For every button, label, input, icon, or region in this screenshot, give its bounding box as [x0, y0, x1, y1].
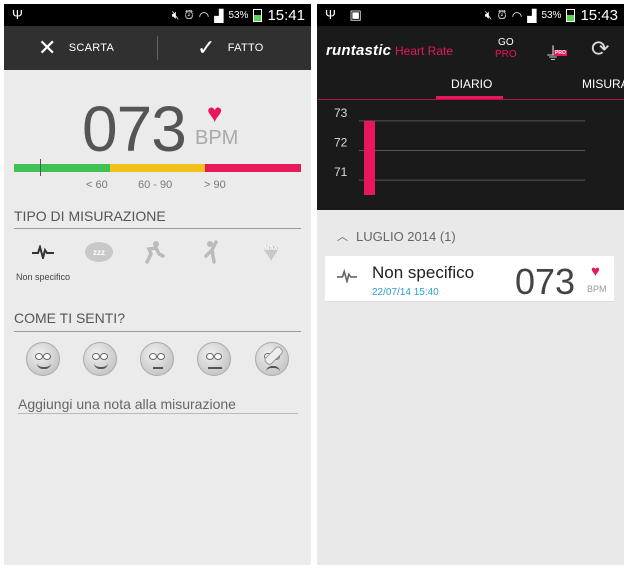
entry-timestamp: 22/07/14 15:40 — [372, 287, 439, 298]
done-label: FATTO — [227, 42, 264, 54]
go-pro-button[interactable]: GO PRO — [495, 37, 517, 61]
note-input[interactable] — [18, 394, 298, 414]
battery-percent: 53% — [228, 10, 249, 21]
app-logo: runtastic — [326, 42, 392, 59]
heart-rate-value: 073 — [82, 93, 187, 165]
check-icon: ✓ — [197, 35, 216, 60]
list-item[interactable]: Non specifico 22/07/14 15:40 073 ♥ BPM — [325, 256, 614, 302]
chart-y-tick-label: 72 — [334, 136, 348, 150]
discard-label: SCARTA — [68, 42, 115, 54]
usb-icon: Ψ — [12, 7, 23, 22]
running-icon[interactable] — [138, 239, 168, 265]
injured-icon[interactable] — [255, 342, 289, 376]
neutral-icon[interactable] — [140, 342, 174, 376]
zone-label-normal: 60 - 90 — [138, 179, 173, 191]
alarm-icon: ⏰︎ — [184, 8, 194, 22]
app-bar: runtastic Heart Rate GO PRO ⏚ PRO ⟳ — [317, 26, 624, 74]
measure-type-title: TIPO DI MISURAZIONE — [14, 208, 166, 224]
month-group-label: LUGLIO 2014 (1) — [356, 228, 456, 244]
chart-svg: 73 72 71 — [334, 106, 585, 195]
filter-icon[interactable]: ⏚ PRO — [544, 40, 567, 66]
close-icon: ✕ — [38, 35, 57, 60]
entry-value: 073 — [515, 261, 576, 302]
entry-unit: BPM — [587, 284, 607, 294]
chart-y-tick-label: 73 — [334, 106, 348, 120]
heart-rate-unit: BPM — [195, 127, 239, 149]
zone-high — [205, 164, 302, 172]
clock: 15:41 — [267, 7, 305, 24]
go-pro-top: GO — [498, 37, 514, 48]
happy-icon[interactable] — [83, 342, 117, 376]
heart-icon: ♥ — [591, 263, 600, 280]
battery-icon — [253, 9, 263, 22]
chevron-up-icon: ︿ — [337, 231, 348, 243]
heart-rate-chart: 73 72 71 — [317, 100, 624, 210]
app-subtitle: Heart Rate — [395, 44, 454, 58]
image-icon: ▣ — [349, 7, 362, 22]
action-divider — [157, 36, 158, 60]
usb-icon: Ψ — [325, 7, 336, 22]
stretching-icon[interactable] — [198, 239, 228, 265]
max-heart-icon[interactable]: ♥ MAX — [256, 236, 286, 267]
very-happy-icon[interactable] — [26, 342, 60, 376]
wifi-icon: ◠ — [511, 8, 523, 23]
selected-type-label: Non specifico — [16, 272, 71, 282]
go-pro-bottom: PRO — [495, 49, 517, 60]
battery-icon — [566, 9, 576, 22]
zone-normal — [109, 164, 206, 172]
heart-icon: ♥ — [207, 98, 223, 128]
signal-icon: ▟ — [214, 8, 224, 23]
heartbeat-icon — [337, 267, 357, 288]
entry-type: Non specifico — [372, 263, 475, 282]
sad-icon[interactable] — [197, 342, 231, 376]
month-group-header[interactable]: ︿ LUGLIO 2014 (1) — [337, 228, 456, 244]
feeling-title: COME TI SENTI? — [14, 310, 125, 326]
sync-icon[interactable]: ⟳ — [591, 36, 609, 62]
filter-pro-badge: PRO — [554, 50, 567, 56]
sleep-icon[interactable]: zzz — [84, 239, 114, 265]
done-button[interactable]: ✓ FATTO — [197, 26, 264, 70]
right-screen: Ψ ▣ 🔇︎ ⏰︎ ◠ ▟ 53% 15:43 runtastic Heart … — [317, 4, 624, 565]
heart-rate-zone-bar — [14, 164, 302, 172]
alarm-icon: ⏰︎ — [497, 8, 507, 22]
zone-marker — [40, 159, 41, 176]
section-divider — [14, 331, 301, 332]
left-screen: Ψ 🔇︎ ⏰︎ ◠ ▟ 53% 15:41 ✕ SCARTA ✓ FATTO 0… — [4, 4, 311, 565]
chart-y-tick-label: 71 — [334, 165, 348, 179]
tab-diary[interactable]: DIARIO — [451, 77, 492, 91]
signal-icon: ▟ — [527, 8, 537, 23]
zone-low — [14, 164, 110, 172]
mute-icon: 🔇︎ — [171, 8, 180, 22]
mute-icon: 🔇︎ — [484, 8, 493, 22]
zone-label-low: < 60 — [86, 179, 108, 191]
wifi-icon: ◠ — [198, 8, 210, 23]
status-bar: Ψ 🔇︎ ⏰︎ ◠ ▟ 53% 15:41 — [4, 4, 311, 26]
action-bar: ✕ SCARTA ✓ FATTO — [4, 26, 311, 70]
heartbeat-icon[interactable] — [28, 239, 58, 265]
tab-bar: DIARIO MISURA — [317, 74, 624, 100]
discard-button[interactable]: ✕ SCARTA — [38, 26, 114, 70]
zone-label-high: > 90 — [204, 179, 226, 191]
chart-bar[interactable] — [364, 120, 375, 195]
clock: 15:43 — [580, 7, 618, 24]
max-text: MAX — [264, 246, 278, 252]
status-bar: Ψ ▣ 🔇︎ ⏰︎ ◠ ▟ 53% 15:43 — [317, 4, 624, 26]
tab-measure[interactable]: MISURA — [582, 77, 624, 91]
sleep-text: zzz — [85, 242, 113, 262]
section-divider — [14, 228, 301, 229]
battery-percent: 53% — [541, 10, 562, 21]
